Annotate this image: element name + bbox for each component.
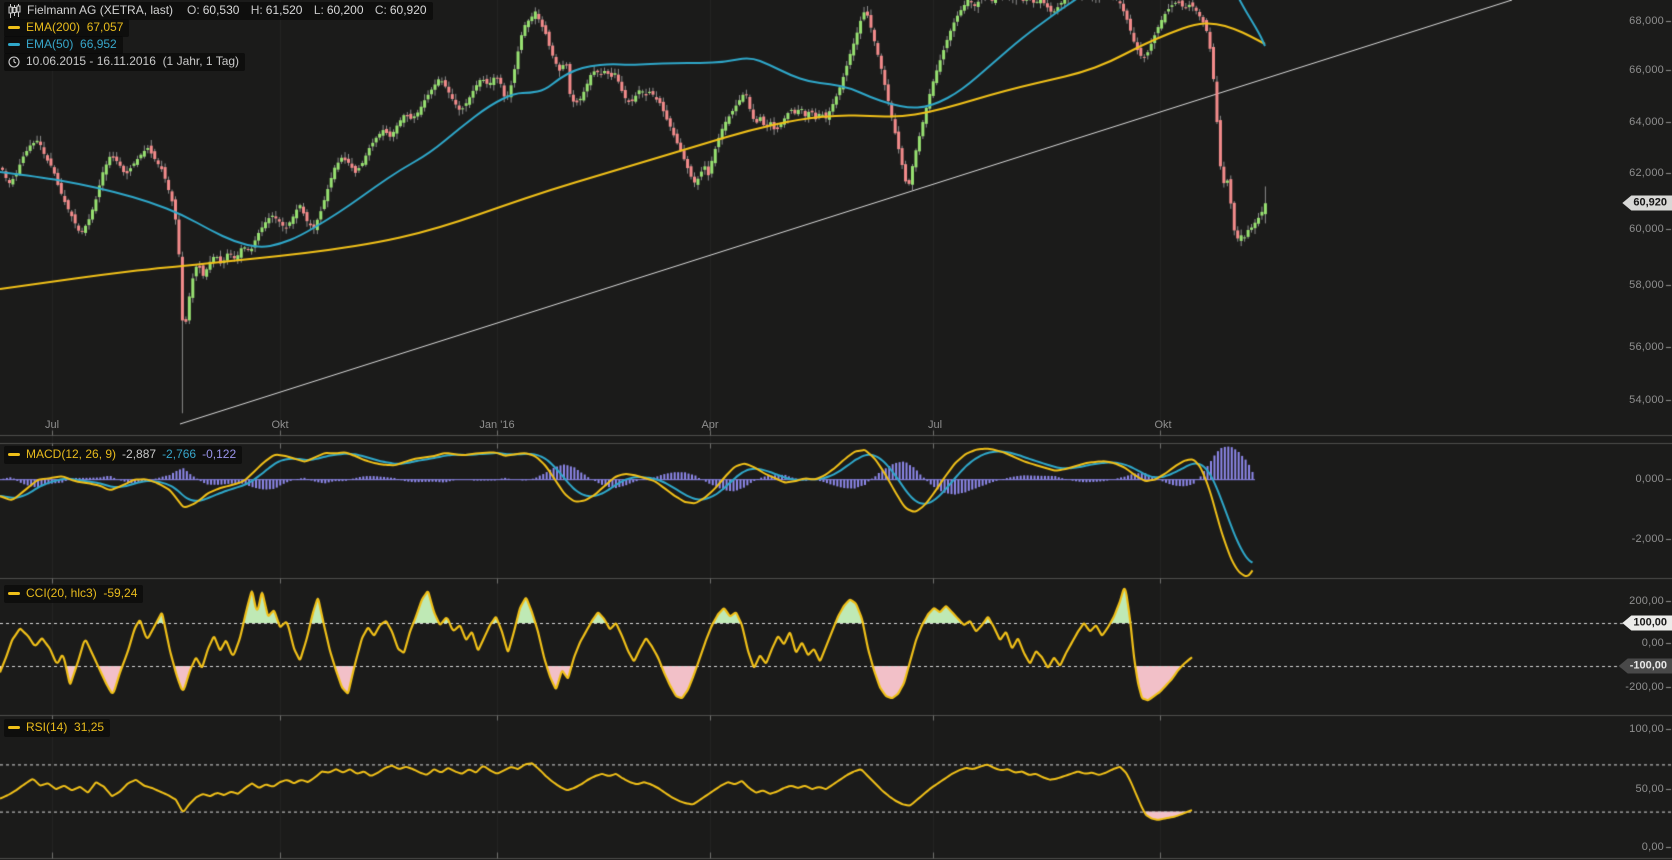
price-axis-label: 58,000 bbox=[1629, 279, 1664, 291]
time-axis-label: Jul bbox=[927, 419, 943, 431]
time-axis-label: Apr bbox=[701, 419, 719, 431]
ema50-line-icon bbox=[8, 43, 20, 46]
ema200-label: EMA(200) bbox=[26, 20, 81, 34]
macd-label: MACD(12, 26, 9) bbox=[26, 447, 117, 461]
rsi-value: 31,25 bbox=[74, 720, 105, 734]
high-label: H: bbox=[250, 3, 263, 17]
rsi-axis-label: 100,00 bbox=[1629, 723, 1664, 735]
time-axis-label: Jul bbox=[44, 419, 60, 431]
macd-legend: MACD(12, 26, 9) -2,887 -2,766 -0,122 bbox=[4, 446, 243, 464]
instrument-header: Fielmann AG (XETRA, last) O: 60,530 H: 61,… bbox=[4, 2, 433, 20]
time-axis-label: Okt bbox=[1154, 419, 1172, 431]
macd-hist-value: -0,122 bbox=[202, 447, 237, 461]
ema200-legend: EMA(200) 67,057 bbox=[4, 19, 130, 37]
price-axis-label: 64,000 bbox=[1629, 116, 1664, 128]
rsi-legend: RSI(14) 31,25 bbox=[4, 719, 111, 737]
date-range: 10.06.2015 - 16.11.2016 bbox=[26, 54, 156, 68]
rsi-label: RSI(14) bbox=[26, 720, 68, 734]
ema200-line-icon bbox=[8, 26, 20, 29]
clock-icon bbox=[8, 55, 20, 68]
high-value: 61,520 bbox=[265, 3, 303, 17]
close-value: 60,920 bbox=[389, 3, 427, 17]
ema50-label: EMA(50) bbox=[26, 37, 74, 51]
price-axis-label: 56,000 bbox=[1629, 341, 1664, 353]
time-axis-label: Jan '16 bbox=[479, 419, 515, 431]
ema50-legend: EMA(50) 66,952 bbox=[4, 36, 123, 54]
price-axis-label: 66,000 bbox=[1629, 64, 1664, 76]
last-price-badge: 60,920 bbox=[1622, 195, 1672, 211]
price-chart-canvas[interactable] bbox=[0, 0, 1672, 860]
instrument-title: Fielmann AG (XETRA, last) bbox=[27, 3, 174, 17]
period-label: (1 Jahr, 1 Tag) bbox=[162, 54, 240, 68]
time-axis-label: Okt bbox=[271, 419, 289, 431]
cci-line-icon bbox=[8, 592, 20, 595]
charting-app: Fielmann AG (XETRA, last) O: 60,530 H: 61,… bbox=[0, 0, 1672, 860]
macd-axis-label: -2,000 bbox=[1631, 533, 1664, 545]
low-label: L: bbox=[313, 3, 324, 17]
date-range-row: 10.06.2015 - 16.11.2016 (1 Jahr, 1 Tag) bbox=[4, 53, 246, 71]
macd-line-icon bbox=[8, 453, 20, 456]
price-axis-label: 54,000 bbox=[1629, 394, 1664, 406]
macd-axis-label: 0,000 bbox=[1635, 473, 1664, 485]
cci-label: CCI(20, hlc3) bbox=[26, 586, 97, 600]
ema50-value: 66,952 bbox=[80, 37, 117, 51]
candlestick-chart-icon bbox=[8, 3, 21, 18]
price-axis-label: 68,000 bbox=[1629, 15, 1664, 27]
ema200-value: 67,057 bbox=[86, 20, 124, 34]
cci-upper-level-badge: 100,00 bbox=[1622, 615, 1672, 631]
close-label: C: bbox=[374, 3, 387, 17]
cci-axis-label: 0,00 bbox=[1641, 637, 1664, 649]
rsi-axis-label: 0,00 bbox=[1641, 841, 1664, 853]
cci-legend: CCI(20, hlc3) -59,24 bbox=[4, 585, 144, 603]
cci-value: -59,24 bbox=[103, 586, 138, 600]
macd-signal-value: -2,766 bbox=[162, 447, 197, 461]
cci-lower-level-badge: -100,00 bbox=[1618, 658, 1672, 674]
cci-axis-label: 200,00 bbox=[1629, 595, 1664, 607]
low-value: 60,200 bbox=[326, 3, 364, 17]
open-value: 60,530 bbox=[202, 3, 240, 17]
cci-axis-label: -200,00 bbox=[1625, 681, 1664, 693]
macd-value: -2,887 bbox=[122, 447, 157, 461]
price-axis-label: 62,000 bbox=[1629, 167, 1664, 179]
rsi-line-icon bbox=[8, 726, 20, 729]
price-axis-label: 60,000 bbox=[1629, 223, 1664, 235]
rsi-axis-label: 50,00 bbox=[1635, 783, 1664, 795]
open-label: O: bbox=[187, 3, 200, 17]
